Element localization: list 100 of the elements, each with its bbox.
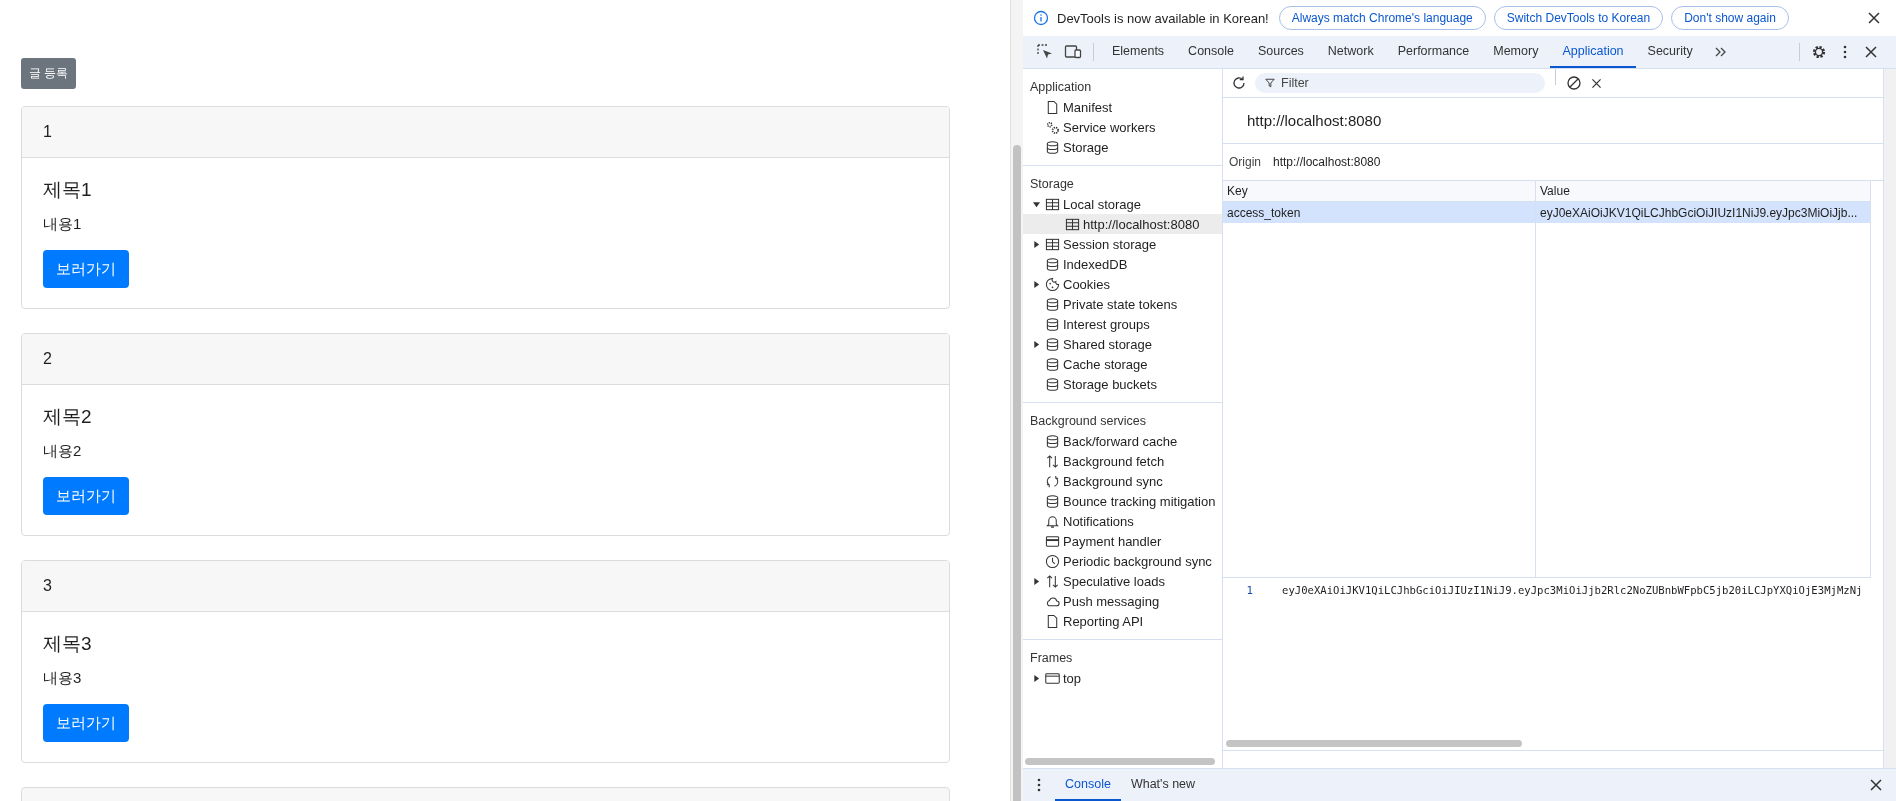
filter-field[interactable]: Filter [1255, 73, 1545, 93]
drawer-tab[interactable]: Console [1055, 769, 1121, 801]
up-down-arrows-icon [1045, 573, 1060, 589]
sidebar-item[interactable]: Background sync [1023, 471, 1222, 491]
settings-icon[interactable] [1811, 44, 1827, 60]
view-button[interactable]: 보러가기 [43, 477, 129, 515]
panel-tab[interactable]: Memory [1481, 36, 1551, 68]
sidebar-item[interactable]: Speculative loads [1023, 571, 1222, 591]
database-icon [1045, 493, 1060, 509]
sidebar-item[interactable]: Notifications [1023, 511, 1222, 531]
database-icon [1045, 376, 1060, 392]
section-heading: Frames [1029, 650, 1074, 667]
infobar-message: DevTools is now available in Korean! [1057, 10, 1269, 26]
post-content: 내용2 [43, 441, 83, 461]
sidebar-item[interactable]: Local storage [1023, 194, 1222, 214]
table-cell: access_token [1227, 205, 1301, 220]
close-icon[interactable] [1866, 10, 1882, 26]
up-down-arrows-icon [1045, 453, 1060, 469]
sidebar-item[interactable]: Service workers [1023, 117, 1222, 137]
column-header[interactable]: Value [1536, 181, 1870, 201]
view-button[interactable]: 보러가기 [43, 250, 129, 288]
code-line: eyJ0eXAiOiJKV1QiLCJhbGciOiJIUzI1NiJ9.eyJpc3MiOiJjb2Rlc2NoZUBnbWFpbC5jb20iLCJpYXQiOjE3MjMzNj [1282, 584, 1863, 596]
sidebar-item[interactable]: Manifest [1023, 97, 1222, 117]
sidebar-item[interactable]: IndexedDB [1023, 254, 1222, 274]
infobar-button[interactable]: Don't show again [1671, 6, 1789, 30]
sidebar-item[interactable]: Cache storage [1023, 354, 1222, 374]
panel-tab[interactable]: Security [1635, 36, 1705, 68]
sidebar-item[interactable]: http://localhost:8080 [1023, 214, 1222, 234]
filter-icon [1265, 78, 1275, 88]
refresh-icon[interactable] [1231, 75, 1247, 91]
infobar-button[interactable]: Switch DevTools to Korean [1493, 6, 1664, 30]
table-icon [1045, 196, 1060, 212]
delete-icon[interactable] [1590, 76, 1603, 90]
section-heading: Application [1029, 79, 1093, 96]
sidebar-item[interactable]: Push messaging [1023, 591, 1222, 611]
collapsed-arrow-icon[interactable] [1032, 280, 1040, 288]
collapsed-arrow-icon[interactable] [1032, 674, 1040, 682]
panel-tab[interactable]: Elements [1100, 36, 1177, 68]
clear-all-icon[interactable] [1566, 75, 1582, 91]
database-icon [1045, 433, 1060, 449]
database-icon [1045, 139, 1060, 155]
clock-icon [1045, 553, 1060, 569]
close-icon[interactable] [1863, 44, 1879, 60]
panel-tab[interactable]: Network [1315, 36, 1386, 68]
panel-tab[interactable]: Sources [1246, 36, 1316, 68]
post-content: 내용3 [43, 668, 83, 688]
cookie-icon [1045, 276, 1060, 292]
sidebar-item[interactable]: Storage buckets [1023, 374, 1222, 394]
table-cell: eyJ0eXAiOiJKV1QiLCJhbGciOiJIUzI1NiJ9.eyJpc3MiOiJjb... [1540, 205, 1858, 220]
origin-value: http://localhost:8080 [1273, 155, 1381, 169]
drawer-tab[interactable]: What's new [1120, 769, 1206, 801]
document-icon [1045, 99, 1060, 115]
device-toolbar-icon[interactable] [1064, 43, 1082, 61]
origin-title: http://localhost:8080 [1247, 112, 1382, 129]
close-icon[interactable] [1868, 777, 1884, 793]
sidebar-item[interactable]: Background fetch [1023, 451, 1222, 471]
sidebar-item[interactable]: Periodic background sync [1023, 551, 1222, 571]
column-header[interactable]: Key [1223, 181, 1536, 201]
post-number: 2 [43, 350, 52, 368]
sidebar-item[interactable]: top [1023, 668, 1222, 688]
sidebar-item[interactable]: Session storage [1023, 234, 1222, 254]
sync-icon [1045, 473, 1060, 489]
sidebar-item[interactable]: Storage [1023, 137, 1222, 157]
scrollbar[interactable] [1010, 0, 1023, 801]
sidebar-item[interactable]: Shared storage [1023, 334, 1222, 354]
panel-tab[interactable]: Application [1550, 36, 1636, 68]
post-number: 3 [43, 577, 52, 595]
sidebar-item[interactable]: Back/forward cache [1023, 431, 1222, 451]
sidebar-item[interactable]: Interest groups [1023, 314, 1222, 334]
database-icon [1045, 296, 1060, 312]
view-button[interactable]: 보러가기 [43, 704, 129, 742]
database-icon [1045, 356, 1060, 372]
post-title: 제목3 [43, 632, 93, 656]
sidebar-item[interactable]: Bounce tracking mitigation [1023, 491, 1222, 511]
infobar-button[interactable]: Always match Chrome's language [1278, 6, 1486, 30]
section-heading: Background services [1029, 413, 1148, 430]
expanded-arrow-icon[interactable] [1032, 200, 1040, 208]
section-heading: Storage [1029, 176, 1075, 193]
sidebar-item[interactable]: Payment handler [1023, 531, 1222, 551]
info-icon [1033, 10, 1049, 26]
frame-icon [1045, 670, 1060, 686]
post-title: 제목2 [43, 405, 93, 429]
collapsed-arrow-icon[interactable] [1032, 340, 1040, 348]
post-content: 내용1 [43, 214, 83, 234]
collapsed-arrow-icon[interactable] [1032, 577, 1040, 585]
bell-icon [1045, 513, 1060, 529]
panel-tab[interactable]: Console [1176, 36, 1246, 68]
panel-tab[interactable]: Performance [1385, 36, 1482, 68]
line-number: 1 [1245, 584, 1253, 597]
sidebar-item[interactable]: Private state tokens [1023, 294, 1222, 314]
origin-label: Origin [1229, 155, 1261, 169]
table-icon [1065, 216, 1080, 232]
database-icon [1045, 336, 1060, 352]
gears-icon [1045, 119, 1060, 135]
sidebar-item[interactable]: Reporting API [1023, 611, 1222, 631]
sidebar-item[interactable]: Cookies [1023, 274, 1222, 294]
create-post-button[interactable]: 글 등록 [21, 58, 77, 89]
post-number: 1 [43, 123, 52, 141]
collapsed-arrow-icon[interactable] [1032, 240, 1040, 248]
table-row[interactable]: access_token eyJ0eXAiOiJKV1QiLCJhbGciOiJIUzI1NiJ9.eyJpc3MiOiJjb... [1223, 202, 1870, 223]
